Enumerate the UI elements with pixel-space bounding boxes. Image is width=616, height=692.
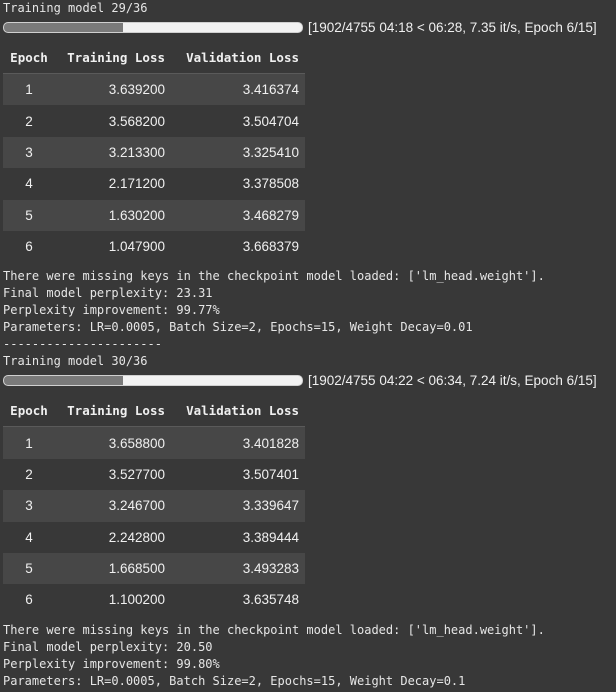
table-row: 1 3.658800 3.401828	[3, 426, 305, 459]
cell-validation-loss: 3.493283	[171, 552, 305, 585]
cell-epoch: 1	[3, 426, 55, 459]
log-line: Parameters: LR=0.0005, Batch Size=2, Epo…	[3, 673, 466, 688]
table-row: 2 3.527700 3.507401	[3, 458, 305, 491]
cell-epoch: 4	[3, 521, 55, 553]
cell-epoch: 3	[3, 490, 55, 522]
training-run-block: Training model 30/36 [1902/4755 04:22 < 0…	[0, 353, 616, 689]
cell-epoch: 2	[3, 105, 55, 137]
log-line: Perplexity improvement: 99.80%	[3, 656, 220, 671]
table-row: 2 3.568200 3.504704	[3, 105, 305, 137]
cell-validation-loss: 3.401828	[171, 426, 305, 459]
log-line: There were missing keys in the checkpoin…	[3, 622, 545, 637]
cell-epoch: 4	[3, 168, 55, 200]
column-header-epoch: Epoch	[3, 394, 55, 428]
table-row: 5 1.668500 3.493283	[3, 552, 305, 585]
log-line: Perplexity improvement: 99.77%	[3, 303, 220, 318]
progress-row: [1902/4755 04:22 < 06:34, 7.24 it/s, Epo…	[0, 370, 616, 390]
table-row: 3 3.246700 3.339647	[3, 490, 305, 522]
cell-validation-loss: 3.339647	[171, 490, 305, 522]
cell-validation-loss: 3.504704	[171, 105, 305, 137]
loss-table: Epoch Training Loss Validation Loss 1 3.6392…	[3, 41, 305, 263]
cell-training-loss: 3.639200	[55, 73, 171, 106]
cell-training-loss: 1.668500	[55, 552, 171, 585]
loss-table: Epoch Training Loss Validation Loss 1 3.6588…	[3, 394, 305, 616]
table-row: 1 3.639200 3.416374	[3, 73, 305, 106]
table-row: 3 3.213300 3.325410	[3, 136, 305, 169]
cell-validation-loss: 3.416374	[171, 73, 305, 106]
progress-row: [1902/4755 04:18 < 06:28, 7.35 it/s, Epo…	[0, 17, 616, 37]
cell-validation-loss: 3.468279	[171, 199, 305, 231]
cell-training-loss: 2.242800	[55, 521, 171, 553]
progress-bar	[3, 21, 303, 33]
table-header-row: Epoch Training Loss Validation Loss	[3, 41, 305, 74]
notebook-output: Training model 29/36 [1902/4755 04:18 < 0…	[0, 0, 616, 690]
cell-epoch: 3	[3, 136, 55, 169]
column-header-training-loss: Training Loss	[55, 394, 171, 428]
cell-validation-loss: 3.507401	[171, 458, 305, 491]
cell-training-loss: 3.527700	[55, 458, 171, 491]
cell-validation-loss: 3.378508	[171, 168, 305, 200]
column-header-epoch: Epoch	[3, 41, 55, 74]
cell-training-loss: 3.568200	[55, 105, 171, 137]
log-line: There were missing keys in the checkpoin…	[3, 269, 545, 284]
log-line: Final model perplexity: 20.50	[3, 639, 213, 654]
cell-validation-loss: 3.389444	[171, 521, 305, 553]
cell-validation-loss: 3.668379	[171, 230, 305, 263]
run-title: Training model 29/36	[3, 1, 148, 15]
progress-status-text: [1902/4755 04:18 < 06:28, 7.35 it/s, Epo…	[308, 19, 597, 35]
cell-training-loss: 1.630200	[55, 199, 171, 231]
cell-epoch: 2	[3, 458, 55, 491]
column-header-validation-loss: Validation Loss	[171, 41, 305, 74]
cell-training-loss: 2.171200	[55, 168, 171, 200]
log-line: Final model perplexity: 23.31	[3, 286, 213, 301]
cell-validation-loss: 3.325410	[171, 136, 305, 169]
cell-epoch: 6	[3, 584, 55, 616]
cell-epoch: 5	[3, 199, 55, 231]
cell-validation-loss: 3.635748	[171, 584, 305, 616]
progress-bar-fill	[4, 375, 124, 385]
cell-training-loss: 1.047900	[55, 230, 171, 263]
table-header-row: Epoch Training Loss Validation Loss	[3, 394, 305, 428]
log-output: There were missing keys in the checkpoin…	[0, 268, 616, 353]
cell-epoch: 1	[3, 73, 55, 106]
progress-bar	[3, 374, 303, 386]
cell-training-loss: 3.246700	[55, 490, 171, 522]
log-output: There were missing keys in the checkpoin…	[0, 622, 616, 690]
cell-training-loss: 1.100200	[55, 584, 171, 616]
training-run-block: Training model 29/36 [1902/4755 04:18 < 0…	[0, 0, 616, 353]
run-title: Training model 30/36	[3, 354, 148, 369]
cell-epoch: 5	[3, 552, 55, 585]
cell-training-loss: 3.658800	[55, 426, 171, 459]
table-row: 4 2.242800 3.389444	[3, 521, 305, 553]
log-line: ----------------------	[3, 337, 162, 352]
table-row: 6 1.047900 3.668379	[3, 230, 305, 263]
column-header-training-loss: Training Loss	[55, 41, 171, 74]
cell-epoch: 6	[3, 230, 55, 263]
progress-bar-fill	[4, 22, 124, 32]
table-row: 5 1.630200 3.468279	[3, 199, 305, 231]
log-line: Parameters: LR=0.0005, Batch Size=2, Epo…	[3, 320, 473, 335]
table-row: 4 2.171200 3.378508	[3, 168, 305, 200]
table-row: 6 1.100200 3.635748	[3, 584, 305, 616]
cell-training-loss: 3.213300	[55, 136, 171, 169]
column-header-validation-loss: Validation Loss	[171, 394, 305, 428]
progress-status-text: [1902/4755 04:22 < 06:34, 7.24 it/s, Epo…	[308, 372, 597, 388]
